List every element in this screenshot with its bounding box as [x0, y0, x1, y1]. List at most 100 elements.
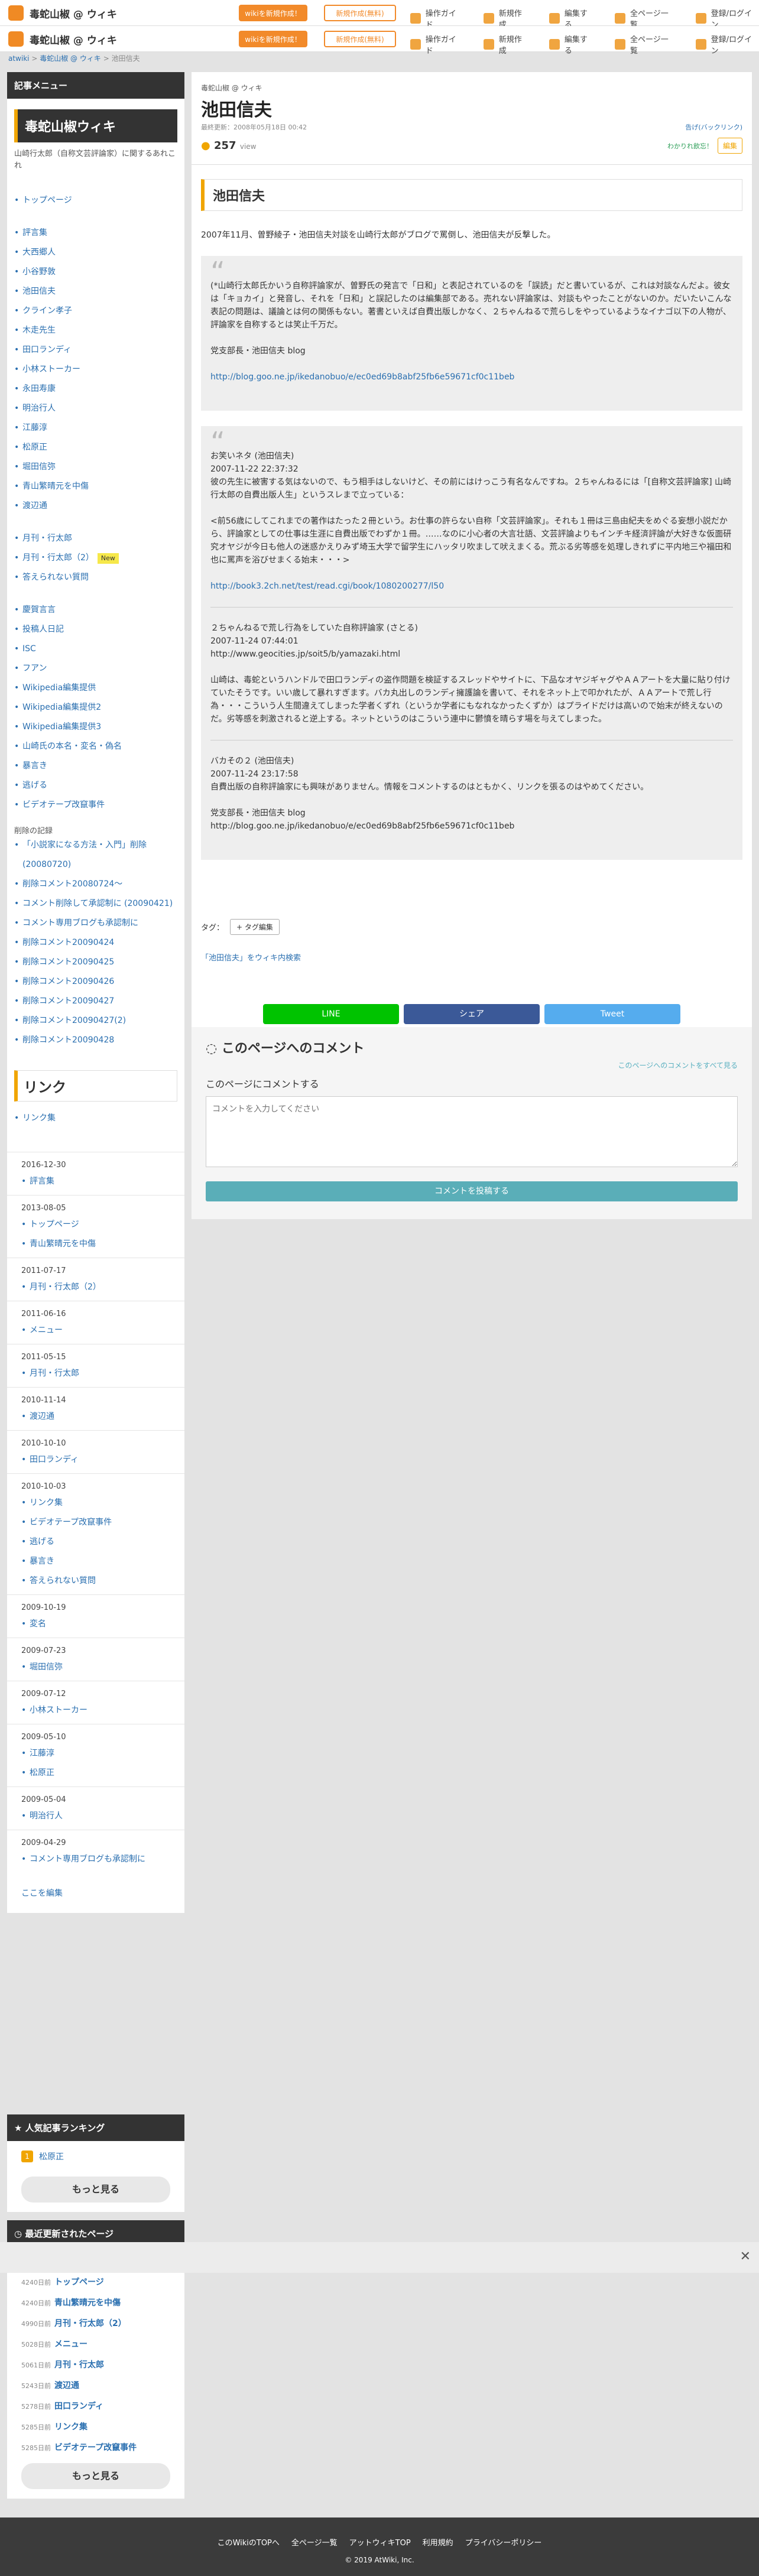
- sidebar-nav-item[interactable]: 青山繁晴元を中傷: [14, 477, 177, 496]
- comment-textarea[interactable]: [206, 1096, 738, 1167]
- recent-item[interactable]: 4990日前 月刊・行太郎（2）: [7, 2314, 184, 2334]
- sidebar-nav-item[interactable]: 削除コメント20090426: [14, 972, 177, 992]
- sidebar-nav-item[interactable]: 月刊・行太郎: [14, 529, 177, 548]
- sidebar-nav-item[interactable]: 評言集: [14, 223, 177, 243]
- sidebar-nav-item[interactable]: Wikipedia編集提供3: [14, 717, 177, 737]
- update-item[interactable]: コメント専用ブログも承認制に: [21, 1850, 177, 1869]
- sidebar-nav-item[interactable]: 慶賀言言: [14, 600, 177, 620]
- sidebar-nav-item[interactable]: 答えられない質問: [14, 568, 177, 587]
- tag-edit-button[interactable]: + タグ編集: [230, 919, 280, 935]
- sidebar-nav-item[interactable]: 渡辺通: [14, 496, 177, 516]
- recent-item[interactable]: 5243日前 渡辺通: [7, 2376, 184, 2396]
- sidebar-nav-item[interactable]: 逃げる: [14, 776, 177, 795]
- sidebar-nav-item[interactable]: 削除コメント20090427: [14, 992, 177, 1011]
- sidebar-nav-item[interactable]: 木走先生: [14, 321, 177, 340]
- update-item[interactable]: 松原正: [21, 1763, 177, 1783]
- sidebar-nav-item[interactable]: 松原正: [14, 438, 177, 457]
- sidebar-nav-item[interactable]: 田口ランディ: [14, 340, 177, 360]
- sidebar-nav-item[interactable]: 投稿人日記: [14, 620, 177, 639]
- signup-button-sticky[interactable]: 新規作成(無料): [324, 31, 396, 47]
- main-wiki-name[interactable]: 毒蛇山椒 @ ウィキ: [192, 72, 752, 93]
- sidebar-nav-item[interactable]: トップページ: [14, 191, 177, 210]
- recent-item[interactable]: 5061日前 月刊・行太郎: [7, 2355, 184, 2376]
- footer-link[interactable]: 全ページ一覧: [291, 2536, 338, 2548]
- sidebar-nav-item[interactable]: ビデオテープ改竄事件: [14, 795, 177, 815]
- update-item[interactable]: 変名: [21, 1615, 177, 1634]
- update-item[interactable]: 評言集: [21, 1172, 177, 1191]
- footer-link[interactable]: プライバシーポリシー: [465, 2536, 542, 2548]
- tool-guide-sticky[interactable]: 操作ガイド: [410, 33, 463, 56]
- tweet-button[interactable]: Tweet: [544, 1004, 680, 1024]
- update-item[interactable]: 渡辺通: [21, 1407, 177, 1427]
- update-item[interactable]: 青山繁晴元を中傷: [21, 1235, 177, 1254]
- facebook-share-button[interactable]: シェア: [404, 1004, 540, 1024]
- ranking-more-button[interactable]: もっと見る: [21, 2177, 170, 2203]
- recent-more-button[interactable]: もっと見る: [21, 2463, 170, 2489]
- update-item[interactable]: リンク集: [21, 1493, 177, 1513]
- update-item[interactable]: 堀田信弥: [21, 1658, 177, 1677]
- sidebar-nav-item[interactable]: 永田寿康: [14, 379, 177, 399]
- all-comments-link[interactable]: このページへのコメントをすべて見る: [206, 1060, 738, 1070]
- line-share-button[interactable]: LINE: [263, 1004, 399, 1024]
- sidebar-nav-item[interactable]: 堀田信弥: [14, 457, 177, 477]
- sidebar-nav-item[interactable]: 明治行人: [14, 399, 177, 418]
- update-item[interactable]: 月刊・行太郎（2）: [21, 1278, 177, 1297]
- recent-item[interactable]: 5285日前 リンク集: [7, 2417, 184, 2438]
- brand[interactable]: 毒蛇山椒 @ ウィキ: [8, 5, 117, 21]
- sidebar-nav-item[interactable]: 削除コメント20090427(2): [14, 1011, 177, 1031]
- recent-item[interactable]: 4240日前 青山繁晴元を中傷: [7, 2293, 184, 2314]
- recent-item[interactable]: 4240日前 トップページ: [7, 2272, 184, 2293]
- sidebar-nav-item[interactable]: リンク集: [14, 1109, 177, 1128]
- update-item[interactable]: メニュー: [21, 1321, 177, 1340]
- brand-sticky[interactable]: 毒蛇山椒 @ ウィキ: [8, 31, 117, 47]
- edit-page-button[interactable]: 編集: [717, 138, 742, 154]
- sidebar-nav-item[interactable]: フアン: [14, 659, 177, 678]
- tool-edit-sticky[interactable]: 編集する: [549, 33, 595, 56]
- ranking-item[interactable]: 1 松原正: [7, 2141, 184, 2172]
- footer-link[interactable]: アットウィキTOP: [349, 2536, 411, 2548]
- breadcrumb-wiki[interactable]: 毒蛇山椒 @ ウィキ: [40, 54, 101, 63]
- update-item[interactable]: 月刊・行太郎: [21, 1364, 177, 1383]
- search-in-wiki-link[interactable]: 「池田信夫」をウィキ内検索: [192, 935, 752, 963]
- sidebar-nav-item[interactable]: 削除コメント20090425: [14, 953, 177, 972]
- update-item[interactable]: 小林ストーカー: [21, 1701, 177, 1720]
- footer-link[interactable]: 利用規約: [423, 2536, 453, 2548]
- submit-comment-button[interactable]: コメントを投稿する: [206, 1181, 738, 1201]
- recent-item[interactable]: 5285日前 ビデオテープ改竄事件: [7, 2438, 184, 2458]
- sidebar-nav-item[interactable]: 大西郷人: [14, 243, 177, 262]
- sidebar-nav-item[interactable]: 「小説家になる方法・入門」削除 (20080720): [14, 836, 177, 875]
- recent-item[interactable]: 5278日前 田口ランディ: [7, 2396, 184, 2417]
- sidebar-nav-item[interactable]: 削除コメント20090424: [14, 933, 177, 953]
- sidebar-nav-item[interactable]: 江藤淳: [14, 418, 177, 438]
- sidebar-nav-item[interactable]: 池田信夫: [14, 282, 177, 301]
- sidebar-nav-item[interactable]: 小林ストーカー: [14, 360, 177, 379]
- update-item[interactable]: 明治行人: [21, 1807, 177, 1826]
- signup-button[interactable]: 新規作成(無料): [324, 5, 396, 21]
- edit-here-link[interactable]: ここを編集: [7, 1869, 184, 1913]
- sidebar-nav-item[interactable]: 暴言き: [14, 756, 177, 776]
- tool-all-pages-sticky[interactable]: 全ページ一覧: [615, 33, 676, 56]
- tool-login-sticky[interactable]: 登録/ログイン: [695, 33, 759, 56]
- close-icon[interactable]: ✕: [740, 2249, 751, 2264]
- update-item[interactable]: 逃げる: [21, 1532, 177, 1552]
- update-item[interactable]: ビデオテープ改竄事件: [21, 1513, 177, 1532]
- update-item[interactable]: 江藤淳: [21, 1744, 177, 1763]
- update-item[interactable]: 田口ランディ: [21, 1450, 177, 1470]
- update-item[interactable]: 暴言き: [21, 1552, 177, 1571]
- recent-item[interactable]: 5028日前 メニュー: [7, 2334, 184, 2355]
- update-item[interactable]: 答えられない質問: [21, 1571, 177, 1591]
- helpful-link[interactable]: わかりれ飲忘！: [667, 141, 713, 151]
- sidebar-nav-item[interactable]: コメント専用ブログも承認制に: [14, 914, 177, 933]
- sidebar-nav-item[interactable]: 削除コメント20080724〜: [14, 875, 177, 894]
- update-item[interactable]: トップページ: [21, 1215, 177, 1235]
- sidebar-nav-item[interactable]: 削除コメント20090428: [14, 1031, 177, 1050]
- backlink-link[interactable]: 告げ(バックリンク): [685, 122, 742, 132]
- sidebar-nav-item[interactable]: 小谷野敦: [14, 262, 177, 282]
- tool-new-sticky[interactable]: 新規作成: [483, 33, 529, 56]
- sidebar-nav-item[interactable]: Wikipedia編集提供2: [14, 698, 177, 717]
- sidebar-nav-item[interactable]: ISC: [14, 639, 177, 659]
- edit-here-anchor[interactable]: ここを編集: [21, 1889, 63, 1898]
- sidebar-nav-item[interactable]: クライン孝子: [14, 301, 177, 321]
- create-wiki-button-sticky[interactable]: wikiを新規作成！: [239, 31, 307, 47]
- footer-link[interactable]: このWikiのTOPへ: [218, 2536, 280, 2548]
